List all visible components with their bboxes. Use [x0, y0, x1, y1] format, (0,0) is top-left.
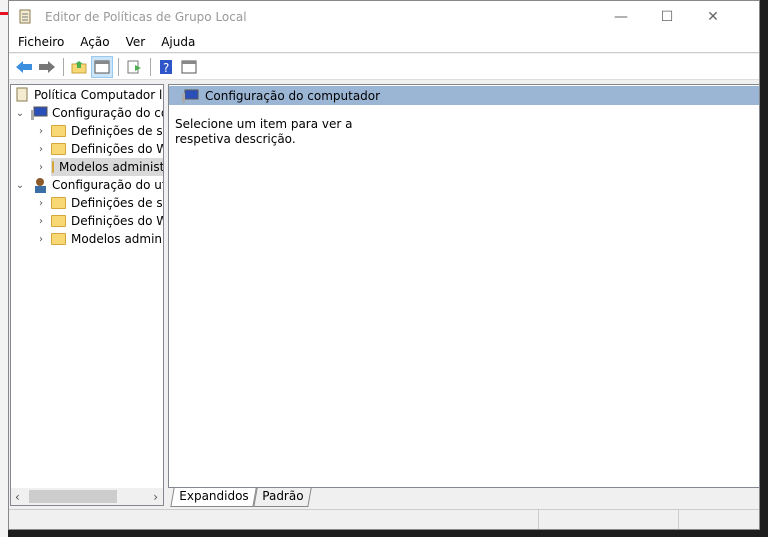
- tree-item[interactable]: ›Definições do Windows: [35, 212, 163, 230]
- action-pane-icon: [181, 60, 197, 73]
- tree-item-selected[interactable]: ›Modelos administrativos: [35, 158, 163, 176]
- folder-up-icon: [71, 60, 87, 73]
- back-button[interactable]: [13, 56, 35, 78]
- menu-ver[interactable]: Ver: [119, 35, 153, 49]
- folder-icon: [51, 197, 66, 209]
- details-header: Configuração do computador: [169, 86, 759, 105]
- scrollbar-thumb[interactable]: [29, 490, 117, 503]
- chevron-right-icon[interactable]: ›: [35, 144, 47, 155]
- window-title: Editor de Políticas de Grupo Local: [45, 9, 247, 24]
- scroll-left-icon[interactable]: ‹: [15, 490, 20, 504]
- toolbar: ?: [9, 54, 759, 80]
- details-pane: Configuração do computador Selecione um …: [168, 84, 760, 488]
- forward-arrow-icon: [39, 60, 55, 73]
- folder-icon: [51, 143, 66, 155]
- tree-item[interactable]: ›Modelos administrativos: [35, 230, 163, 248]
- view-tabs: Expandidos Padrão: [168, 488, 313, 507]
- title-bar: Editor de Políticas de Grupo Local — ☐ ✕: [9, 1, 759, 32]
- help-icon: ?: [160, 59, 172, 75]
- policy-scroll-icon: [16, 87, 28, 102]
- svg-text:?: ?: [163, 61, 169, 75]
- show-hide-tree-button[interactable]: [91, 55, 113, 78]
- show-hide-action-pane-button[interactable]: [178, 56, 200, 78]
- user-icon: [35, 178, 46, 193]
- chevron-right-icon[interactable]: ›: [35, 162, 47, 173]
- menu-ficheiro[interactable]: Ficheiro: [11, 35, 71, 49]
- menu-ajuda[interactable]: Ajuda: [154, 35, 202, 49]
- tab-expandidos[interactable]: Expandidos: [170, 488, 258, 507]
- chevron-right-icon[interactable]: ›: [35, 198, 47, 209]
- description-text: Selecione um item para ver a respetiva d…: [175, 117, 353, 146]
- tree-node-user-config[interactable]: ⌄ Configuração do utilizador: [14, 176, 163, 194]
- menu-bar: Ficheiro Ação Ver Ajuda: [9, 32, 759, 53]
- status-bar: [9, 509, 759, 529]
- scroll-right-icon[interactable]: ›: [153, 490, 158, 504]
- horizontal-scrollbar[interactable]: ‹ ›: [11, 488, 163, 505]
- tree-item[interactable]: ›Definições de software: [35, 122, 163, 140]
- console-tree: Política Computador local ⌄ Configuração…: [10, 84, 164, 506]
- folder-icon: [52, 161, 54, 173]
- chevron-right-icon[interactable]: ›: [35, 216, 47, 227]
- background-app: [0, 0, 8, 537]
- tree-root[interactable]: Política Computador local: [14, 86, 163, 104]
- close-button[interactable]: ✕: [690, 1, 736, 32]
- tab-padrao[interactable]: Padrão: [253, 488, 313, 507]
- back-arrow-icon: [16, 60, 32, 73]
- minimize-button[interactable]: —: [598, 1, 644, 32]
- tree-item[interactable]: ›Definições de software: [35, 194, 163, 212]
- export-list-icon: [127, 60, 141, 73]
- tree-item[interactable]: ›Definições do Windows: [35, 140, 163, 158]
- chevron-right-icon[interactable]: ›: [35, 234, 47, 245]
- console-tree-icon: [94, 60, 110, 73]
- up-folder-button[interactable]: [68, 56, 90, 78]
- export-list-button[interactable]: [123, 56, 145, 78]
- folder-icon: [51, 233, 66, 245]
- chevron-down-icon[interactable]: ⌄: [14, 108, 26, 119]
- chevron-down-icon[interactable]: ⌄: [14, 180, 26, 191]
- folder-icon: [51, 215, 66, 227]
- help-button[interactable]: ?: [155, 56, 177, 78]
- chevron-right-icon[interactable]: ›: [35, 126, 47, 137]
- forward-button[interactable]: [36, 56, 58, 78]
- tree-node-computer-config[interactable]: ⌄ Configuração do computador: [14, 104, 163, 122]
- maximize-button[interactable]: ☐: [644, 1, 690, 32]
- gpedit-window: Editor de Políticas de Grupo Local — ☐ ✕…: [8, 0, 760, 530]
- policy-scroll-icon: [19, 9, 31, 23]
- computer-icon: [182, 89, 199, 103]
- computer-icon: [31, 106, 48, 120]
- menu-acao[interactable]: Ação: [73, 35, 116, 49]
- folder-icon: [51, 125, 66, 137]
